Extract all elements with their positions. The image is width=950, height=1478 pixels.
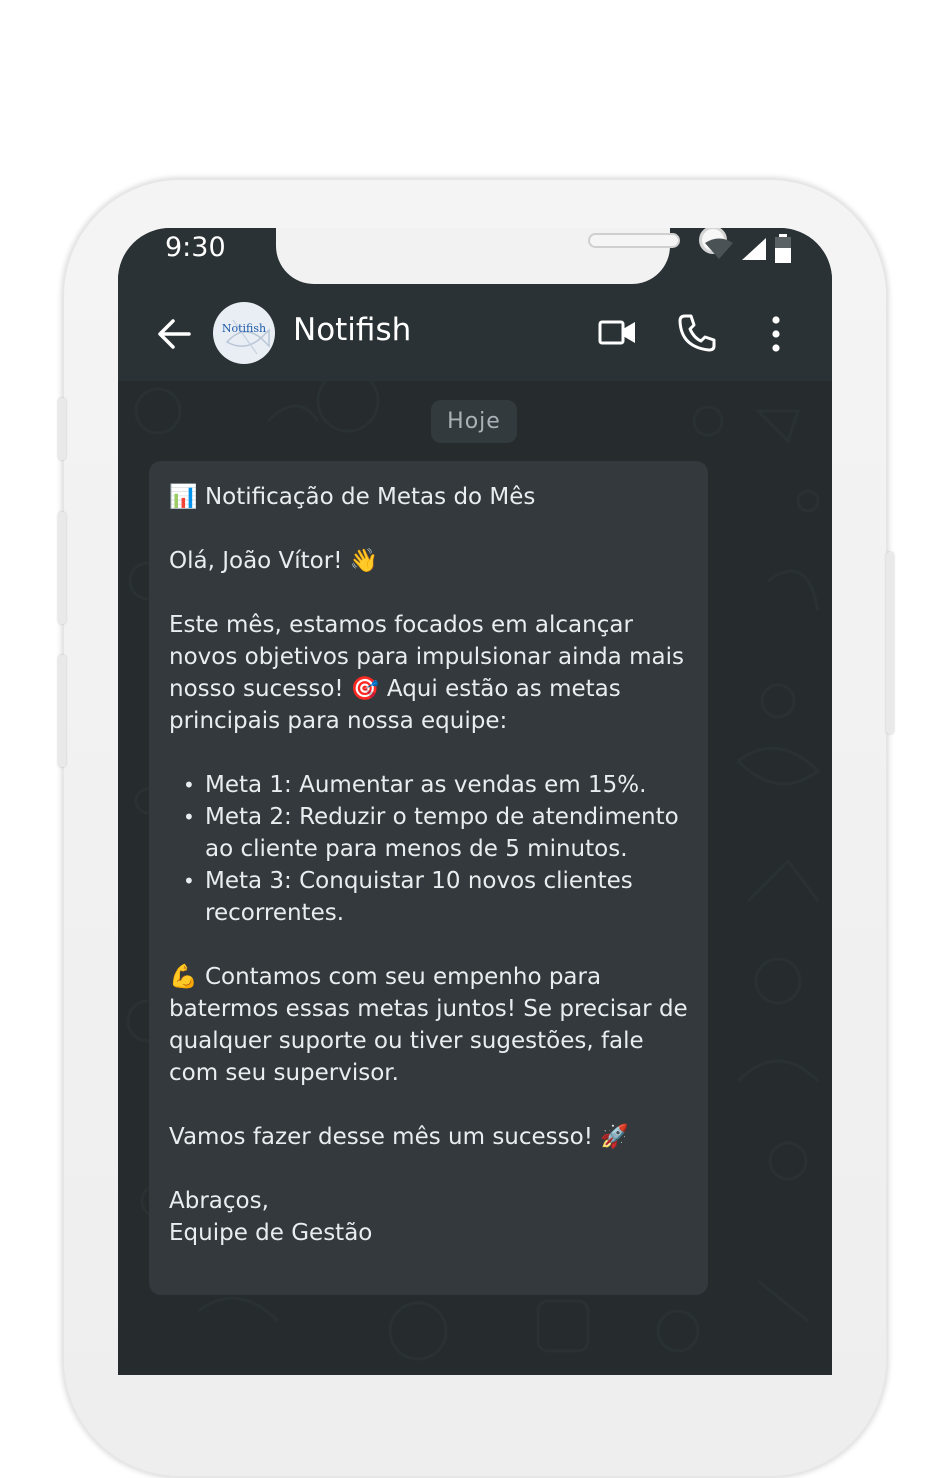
more-options-icon[interactable] [768,316,784,352]
message-title: 📊 Notificação de Metas do Mês [169,484,536,510]
message-closing: Vamos fazer desse mês um sucesso! 🚀 [169,1124,629,1150]
phone-side-button [886,552,894,734]
message-bubble[interactable]: 📊 Notificação de Metas do Mês Olá, João … [149,461,708,1295]
status-icons [704,234,792,264]
phone-side-button [58,398,66,460]
phone-screen: 9:30 Notifish Notifish Hoje 📊 Notificaçã… [118,228,832,1375]
message-greeting: Olá, João Vítor! 👋 [169,548,379,574]
message-signoff: Abraços, Equipe de Gestão [169,1185,699,1249]
video-call-icon[interactable] [598,316,638,348]
message-encouragement: 💪 Contamos com seu empenho para batermos… [169,964,688,1086]
list-item: Meta 3: Conquistar 10 novos clientes rec… [183,865,699,929]
status-time: 9:30 [165,232,226,263]
wifi-icon [705,238,733,259]
date-chip: Hoje [431,400,517,443]
list-item: Meta 2: Reduzir o tempo de atendimento a… [183,801,699,865]
phone-side-button [58,512,66,624]
battery-icon [775,234,791,263]
sign-off: Abraços, [169,1188,269,1214]
status-bar: 9:30 [118,228,832,288]
avatar[interactable]: Notifish [213,302,275,364]
goals-list: Meta 1: Aumentar as vendas em 15%. Meta … [169,769,699,929]
signature: Equipe de Gestão [169,1220,373,1246]
phone-call-icon[interactable] [676,312,718,354]
phone-side-button [58,655,66,767]
message-text: 📊 Notificação de Metas do Mês Olá, João … [169,481,699,1249]
contact-name[interactable]: Notifish [293,312,411,348]
chat-area[interactable]: Hoje 📊 Notificação de Metas do Mês Olá, … [118,381,832,1375]
avatar-brand-text: Notifish [221,322,267,335]
message-intro: Este mês, estamos focados em alcançar no… [169,612,684,734]
back-arrow-icon[interactable] [156,316,192,352]
list-item: Meta 1: Aumentar as vendas em 15%. [183,769,699,801]
notch [276,228,727,284]
earpiece-speaker [588,233,680,248]
signal-icon [742,238,766,260]
chat-header: Notifish Notifish [118,288,832,381]
